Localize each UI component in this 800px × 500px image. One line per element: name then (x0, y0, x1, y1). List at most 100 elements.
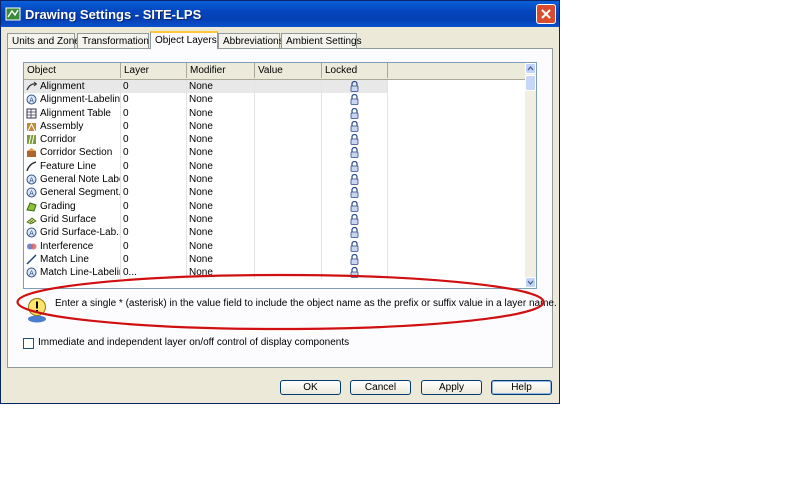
cell-value[interactable] (255, 93, 322, 107)
cell-modifier[interactable]: None (187, 106, 255, 120)
cell-locked[interactable] (322, 93, 388, 107)
cell-object[interactable]: A Grid Surface-Lab... (24, 226, 121, 240)
scroll-thumb[interactable] (525, 75, 536, 91)
cell-value[interactable] (255, 266, 322, 280)
cell-object[interactable]: A General Segment... (24, 186, 121, 200)
tab-transformation[interactable]: Transformation (77, 33, 149, 48)
cell-locked[interactable] (322, 159, 388, 174)
cell-layer[interactable]: 0 (121, 159, 187, 174)
cell-object[interactable]: Feature Line (24, 159, 121, 174)
tab-object-layers[interactable]: Object Layers (150, 31, 218, 49)
cell-locked[interactable] (322, 119, 388, 134)
scroll-up-button[interactable] (525, 63, 536, 74)
cell-modifier[interactable]: None (187, 252, 255, 267)
cell-value[interactable] (255, 239, 322, 253)
cell-layer[interactable]: 0 (121, 239, 187, 253)
cell-layer[interactable]: 0 (121, 173, 187, 187)
cell-modifier[interactable]: None (187, 266, 255, 280)
cell-locked[interactable] (322, 212, 388, 227)
column-layer[interactable]: Layer (121, 63, 187, 78)
table-row[interactable]: Match Line 0 None (24, 252, 388, 267)
cell-locked[interactable] (322, 186, 388, 200)
cell-object[interactable]: Corridor Section (24, 146, 121, 160)
cell-layer[interactable]: 0... (121, 266, 187, 280)
table-row[interactable]: A General Note Label 0 None (24, 173, 388, 187)
table-row[interactable]: A Grid Surface-Lab... 0 None (24, 226, 388, 240)
apply-button[interactable]: Apply (421, 380, 482, 395)
tab-ambient-settings[interactable]: Ambient Settings (281, 33, 362, 48)
table-row[interactable]: Grid Surface 0 None (24, 212, 388, 227)
table-row[interactable]: A General Segment... 0 None (24, 186, 388, 200)
cell-object[interactable]: Alignment (24, 80, 121, 94)
cell-locked[interactable] (322, 133, 388, 147)
cell-locked[interactable] (322, 252, 388, 267)
cell-modifier[interactable]: None (187, 133, 255, 147)
cell-modifier[interactable]: None (187, 186, 255, 200)
cell-layer[interactable]: 0 (121, 252, 187, 267)
cell-value[interactable] (255, 106, 322, 120)
cell-locked[interactable] (322, 173, 388, 187)
cell-object[interactable]: Grid Surface (24, 212, 121, 227)
cell-object[interactable]: Corridor (24, 133, 121, 147)
cell-object[interactable]: A Match Line-Labeling (24, 266, 121, 280)
cell-object[interactable]: A General Note Label (24, 173, 121, 187)
cancel-button[interactable]: Cancel (350, 380, 411, 395)
cell-value[interactable] (255, 133, 322, 147)
cell-locked[interactable] (322, 106, 388, 120)
cell-object[interactable]: Assembly (24, 119, 121, 134)
title-bar[interactable]: Drawing Settings - SITE-LPS (1, 1, 559, 27)
cell-locked[interactable] (322, 146, 388, 160)
vertical-scrollbar[interactable] (525, 63, 536, 288)
cell-value[interactable] (255, 173, 322, 187)
table-row[interactable]: Interference 0 None (24, 239, 388, 253)
cell-value[interactable] (255, 186, 322, 200)
cell-layer[interactable]: 0 (121, 186, 187, 200)
cell-object[interactable]: Interference (24, 239, 121, 253)
cell-object[interactable]: Alignment Table (24, 106, 121, 120)
cell-modifier[interactable]: None (187, 226, 255, 240)
cell-value[interactable] (255, 226, 322, 240)
cell-modifier[interactable]: None (187, 119, 255, 134)
cell-object[interactable]: Grading (24, 199, 121, 213)
cell-object[interactable]: A Alignment-Labeling (24, 93, 121, 107)
cell-value[interactable] (255, 146, 322, 160)
table-row[interactable]: Corridor 0 None (24, 133, 388, 147)
column-locked[interactable]: Locked (322, 63, 388, 78)
table-row[interactable]: Alignment 0 None (24, 80, 388, 94)
cell-object[interactable]: Match Line (24, 252, 121, 267)
cell-modifier[interactable]: None (187, 146, 255, 160)
column-value[interactable]: Value (255, 63, 322, 78)
cell-modifier[interactable]: None (187, 199, 255, 213)
cell-layer[interactable]: 0 (121, 106, 187, 120)
cell-locked[interactable] (322, 239, 388, 253)
cell-modifier[interactable]: None (187, 239, 255, 253)
cell-value[interactable] (255, 212, 322, 227)
cell-value[interactable] (255, 199, 322, 213)
cell-layer[interactable]: 0 (121, 119, 187, 134)
cell-modifier[interactable]: None (187, 159, 255, 174)
cell-layer[interactable]: 0 (121, 146, 187, 160)
table-row[interactable]: Assembly 0 None (24, 119, 388, 134)
table-row[interactable]: Corridor Section 0 None (24, 146, 388, 160)
cell-locked[interactable] (322, 266, 388, 280)
cell-modifier[interactable]: None (187, 93, 255, 107)
ok-button[interactable]: OK (280, 380, 341, 395)
column-modifier[interactable]: Modifier (187, 63, 255, 78)
cell-locked[interactable] (322, 199, 388, 213)
cell-value[interactable] (255, 159, 322, 174)
cell-modifier[interactable]: None (187, 80, 255, 94)
cell-layer[interactable]: 0 (121, 93, 187, 107)
table-row[interactable]: Alignment Table 0 None (24, 106, 388, 120)
table-row[interactable]: Feature Line 0 None (24, 159, 388, 174)
cell-layer[interactable]: 0 (121, 212, 187, 227)
cell-locked[interactable] (322, 226, 388, 240)
immediate-layer-control-checkbox[interactable] (23, 338, 34, 349)
cell-layer[interactable]: 0 (121, 133, 187, 147)
cell-value[interactable] (255, 80, 322, 94)
table-row[interactable]: A Alignment-Labeling 0 None (24, 93, 388, 107)
tab-units-and-zone[interactable]: Units and Zone (7, 33, 80, 48)
table-row[interactable]: A Match Line-Labeling0...None (24, 266, 388, 280)
cell-layer[interactable]: 0 (121, 80, 187, 94)
cell-layer[interactable]: 0 (121, 199, 187, 213)
table-row[interactable]: Grading 0 None (24, 199, 388, 213)
